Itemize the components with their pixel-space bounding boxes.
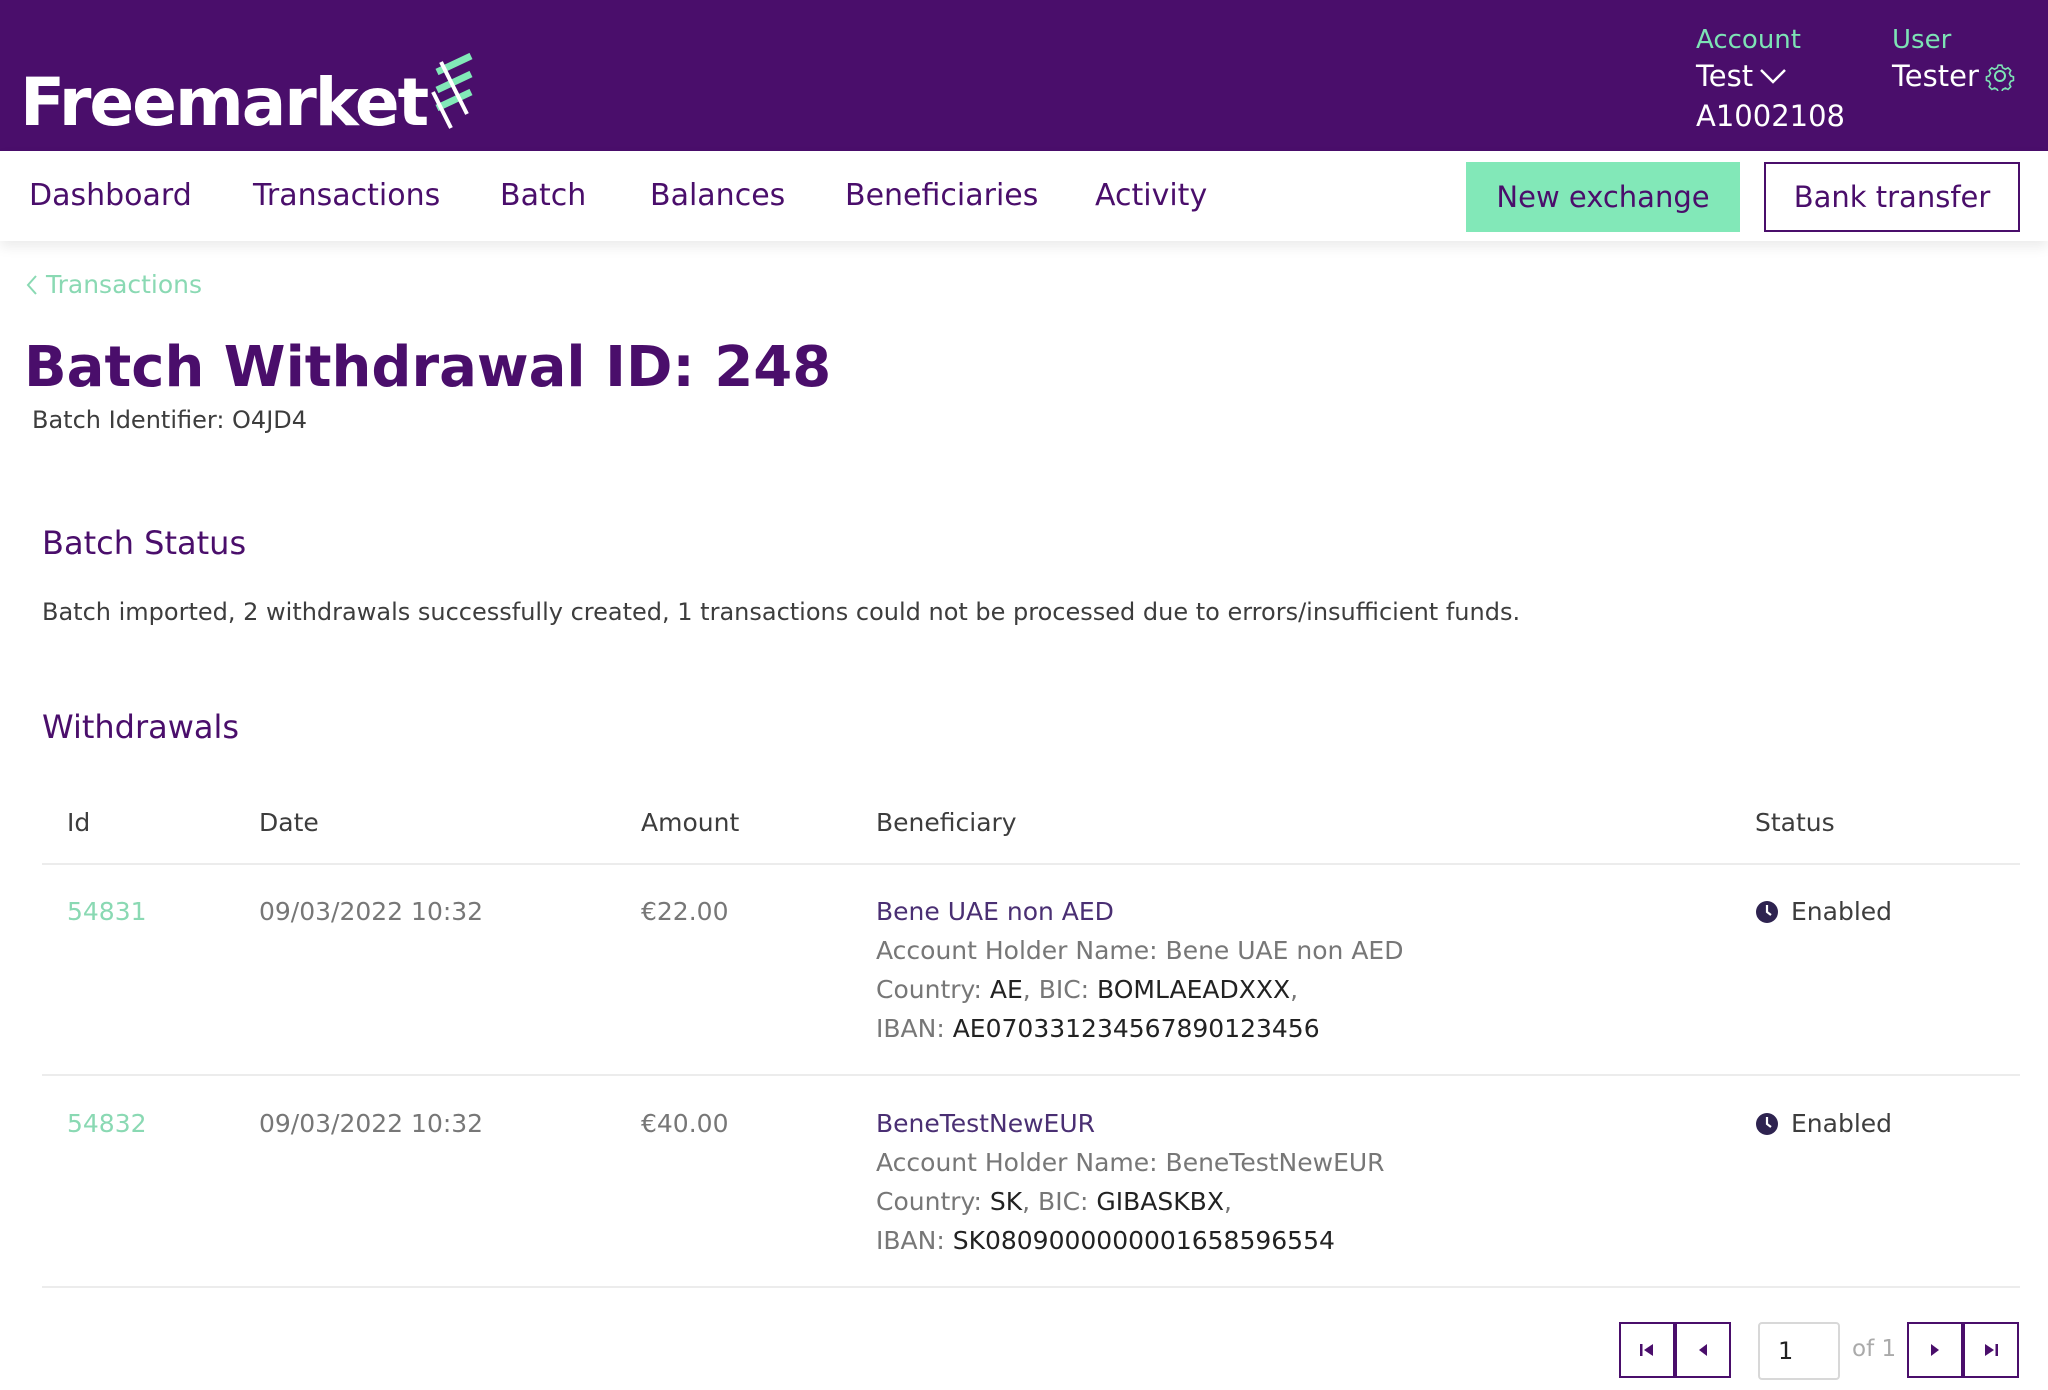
- nav-transactions[interactable]: Transactions: [253, 174, 440, 218]
- account-label: Account: [1696, 25, 1801, 55]
- country-value: SK: [989, 1187, 1023, 1216]
- col-header-id: Id: [67, 808, 91, 837]
- prev-page-icon: [1699, 1344, 1707, 1356]
- account-holder-line: Account Holder Name: Bene UAE non AED: [876, 931, 1403, 970]
- nav-beneficiaries[interactable]: Beneficiaries: [845, 174, 1038, 218]
- status-badge: Enabled: [1755, 1104, 1892, 1143]
- divider: [42, 1286, 2020, 1288]
- holder-value: Bene UAE non AED: [1165, 936, 1404, 965]
- col-header-date: Date: [259, 808, 319, 837]
- main-nav: Dashboard Transactions Batch Balances Be…: [0, 151, 2048, 241]
- next-page-button[interactable]: [1907, 1322, 1963, 1378]
- chevron-down-icon: [1760, 69, 1786, 84]
- iban-value: SK0809000000001658596554: [952, 1226, 1335, 1255]
- divider: [42, 863, 2020, 865]
- gear-icon[interactable]: [1985, 61, 2015, 91]
- withdrawal-date: 09/03/2022 10:32: [259, 1109, 484, 1138]
- logo-mark-icon: [431, 52, 473, 129]
- holder-label: Account Holder Name:: [876, 1148, 1158, 1177]
- nav-activity[interactable]: Activity: [1095, 174, 1207, 218]
- last-page-icon: [1985, 1344, 1998, 1356]
- beneficiary-details: Bene UAE non AED Account Holder Name: Be…: [876, 892, 1403, 1048]
- page-title: Batch Withdrawal ID: 248: [24, 335, 832, 400]
- new-exchange-button[interactable]: New exchange: [1466, 162, 1740, 232]
- bic-value: BOMLAEADXXX: [1097, 975, 1291, 1004]
- holder-value: BeneTestNewEUR: [1165, 1148, 1385, 1177]
- bic-value: GIBASKBX: [1096, 1187, 1224, 1216]
- chevron-left-icon: [26, 274, 37, 295]
- bic-label: BIC:: [1038, 975, 1090, 1004]
- withdrawal-id-link[interactable]: 54831: [67, 892, 147, 931]
- col-header-status: Status: [1755, 808, 1835, 837]
- withdrawal-id-link[interactable]: 54832: [67, 1104, 147, 1143]
- col-header-amount: Amount: [641, 808, 740, 837]
- iban-value: AE070331234567890123456: [952, 1014, 1320, 1043]
- withdrawals-heading: Withdrawals: [42, 708, 240, 746]
- holder-label: Account Holder Name:: [876, 936, 1158, 965]
- nav-balances[interactable]: Balances: [650, 174, 785, 218]
- withdrawal-amount: €22.00: [641, 897, 729, 926]
- beneficiary-name: Bene UAE non AED: [876, 897, 1114, 926]
- country-bic-line: Country: SK, BIC: GIBASKBX,: [876, 1187, 1232, 1216]
- clock-icon: [1756, 1112, 1778, 1135]
- batch-status-text: Batch imported, 2 withdrawals successful…: [42, 598, 1521, 626]
- account-holder-line: Account Holder Name: BeneTestNewEUR: [876, 1143, 1385, 1182]
- next-page-icon: [1931, 1344, 1939, 1356]
- country-value: AE: [989, 975, 1023, 1004]
- first-page-button[interactable]: [1619, 1322, 1675, 1378]
- bic-label: BIC:: [1038, 1187, 1089, 1216]
- top-header: Freemarket Account Test A1002108 User Te…: [0, 0, 2048, 151]
- beneficiary-name: BeneTestNewEUR: [876, 1109, 1095, 1138]
- batch-status-heading: Batch Status: [42, 524, 247, 562]
- country-bic-line: Country: AE, BIC: BOMLAEADXXX,: [876, 975, 1299, 1004]
- bank-transfer-button[interactable]: Bank transfer: [1764, 162, 2020, 232]
- status-text: Enabled: [1791, 1109, 1893, 1138]
- user-label: User: [1892, 25, 1952, 55]
- brand-name: Freemarket: [20, 64, 429, 141]
- country-label: Country:: [876, 975, 982, 1004]
- withdrawal-amount: €40.00: [641, 1109, 729, 1138]
- prev-page-button[interactable]: [1675, 1322, 1731, 1378]
- brand-logo[interactable]: Freemarket: [20, 52, 477, 136]
- clock-icon: [1756, 900, 1778, 923]
- account-id: A1002108: [1696, 99, 1845, 133]
- beneficiary-details: BeneTestNewEUR Account Holder Name: Bene…: [876, 1104, 1385, 1260]
- first-page-icon: [1640, 1344, 1653, 1356]
- user-name: Tester: [1892, 59, 1979, 93]
- iban-line: IBAN: AE070331234567890123456: [876, 1009, 1403, 1048]
- iban-label: IBAN:: [876, 1014, 945, 1043]
- status-badge: Enabled: [1755, 892, 1892, 931]
- withdrawal-date: 09/03/2022 10:32: [259, 897, 484, 926]
- divider: [42, 1074, 2020, 1076]
- iban-line: IBAN: SK0809000000001658596554: [876, 1221, 1385, 1260]
- page-count: of 1: [1852, 1336, 1897, 1362]
- page-number-input[interactable]: [1758, 1322, 1840, 1380]
- country-label: Country:: [876, 1187, 982, 1216]
- breadcrumb-label: Transactions: [46, 270, 203, 299]
- account-switcher[interactable]: Account Test A1002108: [1696, 24, 1845, 136]
- nav-dashboard[interactable]: Dashboard: [29, 174, 192, 218]
- iban-label: IBAN:: [876, 1226, 945, 1255]
- account-name: Test: [1696, 59, 1754, 93]
- nav-batch[interactable]: Batch: [500, 174, 586, 218]
- last-page-button[interactable]: [1963, 1322, 2019, 1378]
- breadcrumb-back[interactable]: Transactions: [26, 270, 202, 299]
- col-header-beneficiary: Beneficiary: [876, 808, 1017, 837]
- user-menu[interactable]: User Tester: [1892, 24, 2015, 96]
- batch-identifier: Batch Identifier: O4JD4: [32, 406, 308, 434]
- status-text: Enabled: [1791, 897, 1893, 926]
